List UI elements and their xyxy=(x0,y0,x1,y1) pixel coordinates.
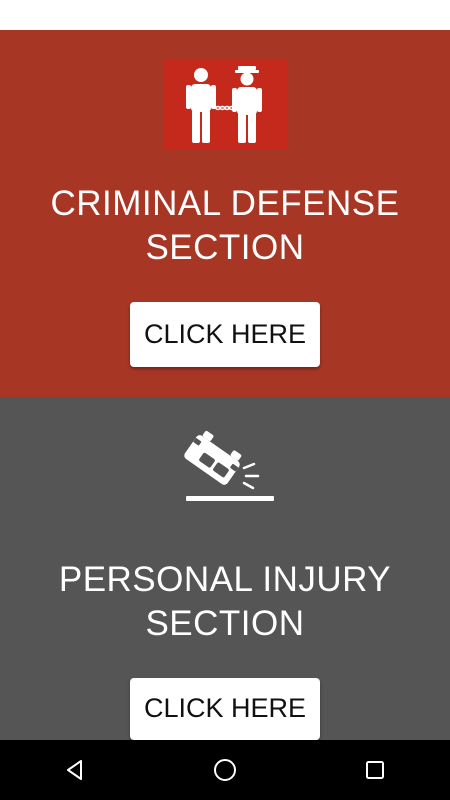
personal-injury-click-button[interactable]: CLICK HERE xyxy=(130,677,320,740)
recents-icon[interactable] xyxy=(345,740,405,800)
title-line: CRIMINAL DEFENSE xyxy=(50,184,400,223)
handcuffed-prisoner-police-icon xyxy=(163,60,287,150)
car-crash-icon xyxy=(165,421,285,508)
status-bar xyxy=(0,0,450,30)
title-line: SECTION xyxy=(145,228,305,267)
back-icon[interactable] xyxy=(45,740,105,800)
app-screen: CRIMINAL DEFENSE SECTION CLICK HERE PERS… xyxy=(0,0,450,800)
personal-injury-section: PERSONAL INJURY SECTION CLICK HERE xyxy=(0,397,450,740)
title-line: SECTION xyxy=(145,603,305,643)
criminal-defense-section: CRIMINAL DEFENSE SECTION CLICK HERE xyxy=(0,30,450,397)
title-line: PERSONAL INJURY xyxy=(58,559,392,599)
criminal-defense-title: CRIMINAL DEFENSE SECTION xyxy=(51,182,400,270)
home-icon[interactable] xyxy=(195,740,255,800)
criminal-defense-click-button[interactable]: CLICK HERE xyxy=(130,302,320,367)
personal-injury-title: PERSONAL INJURY SECTION xyxy=(59,558,391,646)
navigation-bar xyxy=(0,740,450,800)
